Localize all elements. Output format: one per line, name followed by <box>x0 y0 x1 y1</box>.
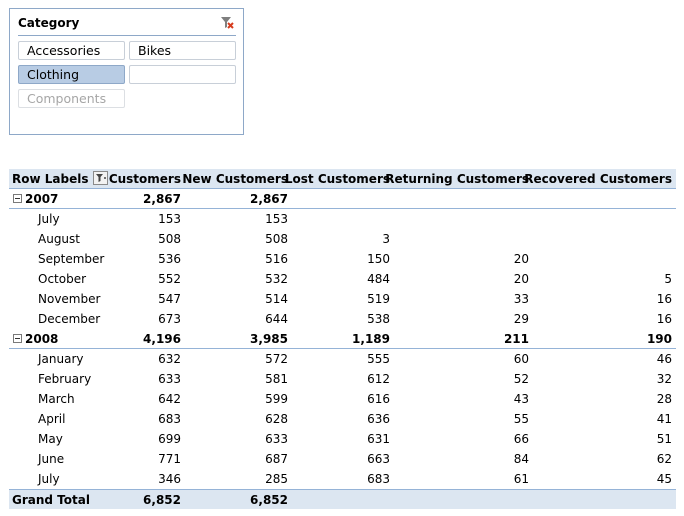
category-slicer: Category Accessories Bikes Clothing Comp… <box>9 8 244 135</box>
month-recovered-customers <box>9 209 672 229</box>
month-row: September 536 516 150 20 <box>9 249 676 269</box>
grand-total-recovered-customers <box>9 490 672 510</box>
month-row: November 547 514 519 33 16 <box>9 289 676 309</box>
month-row: July 153 153 <box>9 209 676 229</box>
month-recovered-customers: 16 <box>656 312 672 326</box>
month-row: June 771 687 663 84 62 <box>9 449 676 469</box>
month-row: March 642 599 616 43 28 <box>9 389 676 409</box>
month-row: October 552 532 484 20 5 <box>9 269 676 289</box>
recovered-customers-header: Recovered Customers <box>524 172 672 186</box>
clear-filter-icon[interactable] <box>220 16 234 30</box>
slicer-title: Category <box>18 16 80 30</box>
slicer-item-empty[interactable] <box>129 65 236 84</box>
year-recovered-customers: 190 <box>646 332 672 346</box>
grand-total-row: Grand Total 6,852 6,852 <box>9 489 676 509</box>
month-recovered-customers <box>9 249 672 269</box>
month-recovered-customers: 28 <box>656 392 672 406</box>
year-recovered-customers <box>9 189 672 209</box>
pivot-header-row: Row Labels Customers New Customers Lost … <box>9 169 676 189</box>
month-row: January 632 572 555 60 46 <box>9 349 676 369</box>
month-recovered-customers <box>9 229 672 249</box>
year-row-2008: 2008 4,196 3,985 1,189 211 190 <box>9 329 676 349</box>
slicer-item-clothing[interactable]: Clothing <box>18 65 125 84</box>
year-row-2007: 2007 2,867 2,867 <box>9 189 676 209</box>
slicer-item-bikes[interactable]: Bikes <box>129 41 236 60</box>
month-row: July 346 285 683 61 45 <box>9 469 676 489</box>
month-recovered-customers: 45 <box>656 472 672 486</box>
month-row: August 508 508 3 <box>9 229 676 249</box>
month-recovered-customers: 32 <box>656 372 672 386</box>
month-row: February 633 581 612 52 32 <box>9 369 676 389</box>
month-row: May 699 633 631 66 51 <box>9 429 676 449</box>
slicer-item-accessories[interactable]: Accessories <box>18 41 125 60</box>
month-recovered-customers: 46 <box>656 352 672 366</box>
month-recovered-customers: 51 <box>656 432 672 446</box>
month-recovered-customers: 16 <box>656 292 672 306</box>
slicer-item-components[interactable]: Components <box>18 89 125 108</box>
month-recovered-customers: 62 <box>656 452 672 466</box>
month-row: April 683 628 636 55 41 <box>9 409 676 429</box>
month-recovered-customers: 41 <box>656 412 672 426</box>
month-row: December 673 644 538 29 16 <box>9 309 676 329</box>
month-recovered-customers: 5 <box>664 272 672 286</box>
slicer-header: Category <box>18 14 236 36</box>
